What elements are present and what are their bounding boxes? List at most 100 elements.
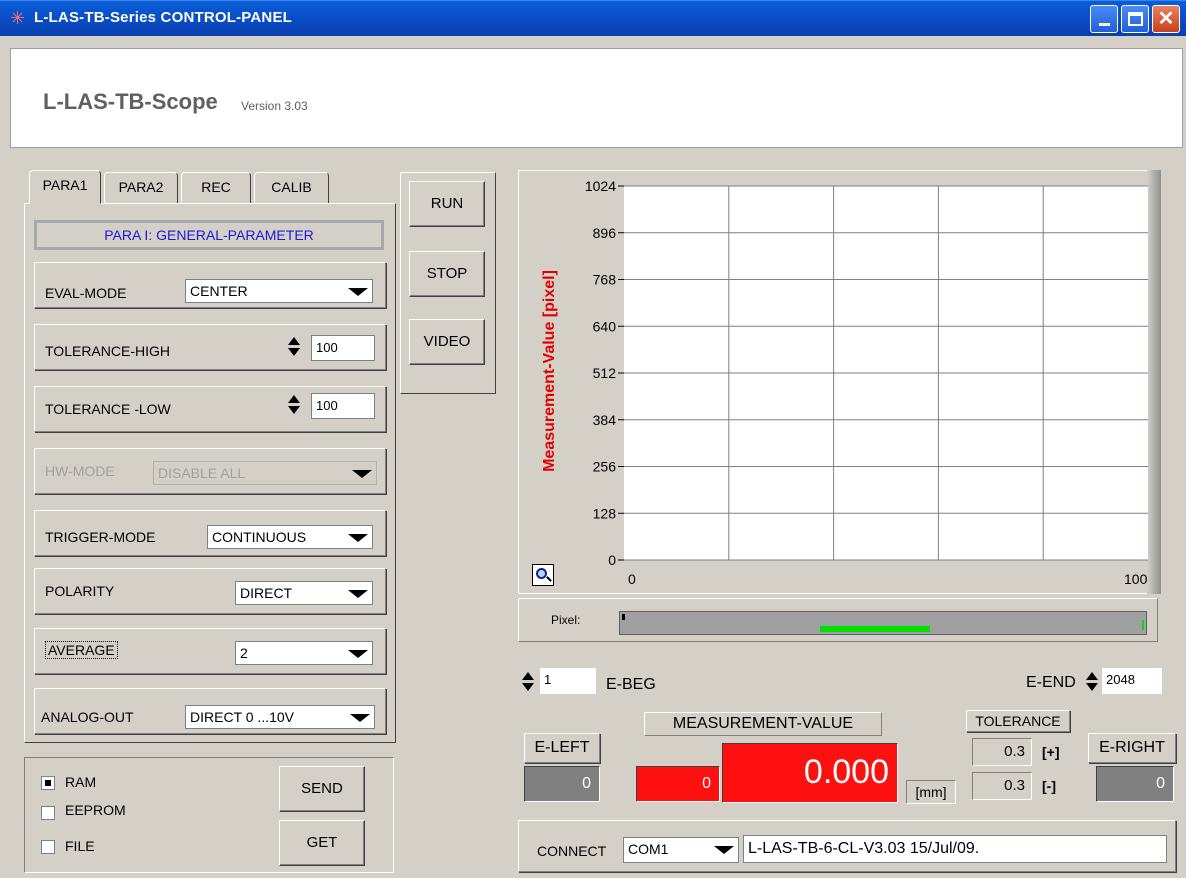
eval-mode-row: EVAL-MODE CENTER [34,262,386,308]
chart-edge-shadow [1147,170,1161,594]
connect-label: CONNECT [537,843,607,859]
measurement-label: MEASUREMENT-VALUE [644,712,882,736]
polarity-select[interactable]: DIRECT [235,581,373,605]
y-ticks: 1024 896 768 640 512 384 256 128 0 [585,178,624,568]
analog-out-select[interactable]: DIRECT 0 ...10V [185,705,375,729]
tolerance-plus-label: [+] [1042,744,1060,760]
polarity-label: POLARITY [45,583,115,599]
stop-button[interactable]: STOP [409,251,485,297]
tolerance-minus-value: 0.3 [972,772,1032,800]
pixel-panel: Pixel: [518,598,1158,642]
pixel-bar [619,611,1147,635]
tolerance-high-spinner-icon[interactable] [288,337,300,357]
tab-calib[interactable]: CALIB [254,172,329,204]
average-value: 2 [240,645,248,661]
e-left-label: E-LEFT [524,733,600,763]
average-select[interactable]: 2 [235,641,373,665]
eval-mode-select[interactable]: CENTER [185,279,373,303]
hw-mode-row: HW-MODE DISABLE ALL [34,448,386,494]
analog-out-value: DIRECT 0 ...10V [190,709,295,725]
file-checkbox[interactable] [41,840,55,854]
chevron-down-icon[interactable] [342,526,372,548]
y-tick-label: 768 [593,272,617,288]
run-button[interactable]: RUN [409,181,485,227]
e-right-value: 0 [1096,766,1174,802]
tolerance-low-input[interactable]: 100 [311,393,375,419]
eeprom-checkbox[interactable] [41,806,55,820]
y-tick-label: 640 [593,318,617,334]
tolerance-high-row: TOLERANCE-HIGH 100 [34,324,386,370]
pixel-marker-right [1142,620,1144,630]
tolerance-plus-value: 0.3 [972,738,1032,766]
chevron-down-icon [346,462,376,484]
x-tick-label: 0 [628,571,636,587]
tolerance-high-label: TOLERANCE-HIGH [45,343,170,359]
e-right-label: E-RIGHT [1088,733,1176,763]
tab-para2[interactable]: PARA2 [104,172,178,204]
chevron-down-icon[interactable] [342,582,372,604]
e-beg-spinner-icon[interactable] [522,672,534,692]
y-tick-label: 0 [608,552,616,568]
app-name: L-LAS-TB-Scope [43,89,218,114]
chevron-down-icon[interactable] [342,280,372,302]
control-button-panel: RUN STOP VIDEO [400,172,496,394]
app-icon: ✳ [10,8,26,28]
ram-label: RAM [65,774,97,790]
file-label: FILE [65,838,95,854]
average-row: AVERAGE 2 [34,628,386,674]
trigger-mode-select[interactable]: CONTINUOUS [207,525,373,549]
average-label: AVERAGE [45,641,118,659]
y-tick-label: 384 [593,412,617,428]
pixel-marker-left [622,614,625,620]
tolerance-minus-label: [-] [1042,778,1056,794]
tolerance-low-row: TOLERANCE -LOW 100 [34,386,386,432]
y-tick-label: 512 [593,365,617,381]
e-left-value: 0 [524,766,600,802]
send-button[interactable]: SEND [279,766,365,812]
x-tick-label: 100 [1124,571,1148,587]
hw-mode-select: DISABLE ALL [153,461,377,485]
hw-mode-label: HW-MODE [45,463,115,479]
maximize-button[interactable] [1121,5,1149,33]
e-end-input[interactable]: 2048 [1102,668,1162,694]
e-beg-input[interactable]: 1 [540,668,596,694]
get-button[interactable]: GET [279,820,365,866]
close-button[interactable]: ✕ [1152,5,1180,33]
video-button[interactable]: VIDEO [409,319,485,365]
chart-plot: 1024 896 768 640 512 384 256 128 0 0 100 [585,178,1148,587]
y-tick-label: 1024 [585,178,616,194]
app-version: Version 3.03 [241,99,308,113]
polarity-row: POLARITY DIRECT [34,568,386,614]
device-info-field: L-LAS-TB-6-CL-V3.03 15/Jul/09. [743,835,1167,863]
x-ticks: 0 100 [628,571,1148,587]
y-tick-label: 256 [593,459,617,475]
tolerance-high-input[interactable]: 100 [311,335,375,361]
e-end-label: E-END [1026,674,1076,691]
eval-mode-value: CENTER [190,283,248,299]
zoom-icon[interactable] [532,564,554,586]
window-title: L-LAS-TB-Series CONTROL-PANEL [34,9,293,26]
polarity-value: DIRECT [240,585,293,601]
tab-para1[interactable]: PARA1 [29,170,101,204]
tolerance-low-spinner-icon[interactable] [288,395,300,415]
connect-panel: CONNECT COM1 L-LAS-TB-6-CL-V3.03 15/Jul/… [518,820,1176,872]
tab-rec[interactable]: REC [181,172,251,204]
connect-port-value: COM1 [628,841,669,857]
pixel-label: Pixel: [551,613,581,627]
chevron-down-icon[interactable] [342,642,372,664]
measurement-raw: 0 [636,766,720,802]
connect-port-select[interactable]: COM1 [623,837,739,863]
title-bar: ✳ L-LAS-TB-Series CONTROL-PANEL ✕ [0,0,1186,36]
header-panel: L-LAS-TB-Scope Version 3.03 [10,48,1183,148]
minimize-button[interactable] [1090,5,1118,33]
chevron-down-icon[interactable] [344,706,374,728]
e-beg-label: E-BEG [606,676,656,693]
chevron-down-icon[interactable] [708,838,738,860]
para-title: PARA I: GENERAL-PARAMETER [34,220,384,250]
measurement-unit: [mm] [906,780,956,804]
e-end-spinner-icon[interactable] [1086,672,1098,692]
trigger-mode-value: CONTINUOUS [212,529,307,545]
ram-checkbox[interactable] [41,776,55,790]
pixel-bar-fill [819,626,931,632]
storage-panel: RAM EEPROM FILE SEND GET [24,757,394,873]
